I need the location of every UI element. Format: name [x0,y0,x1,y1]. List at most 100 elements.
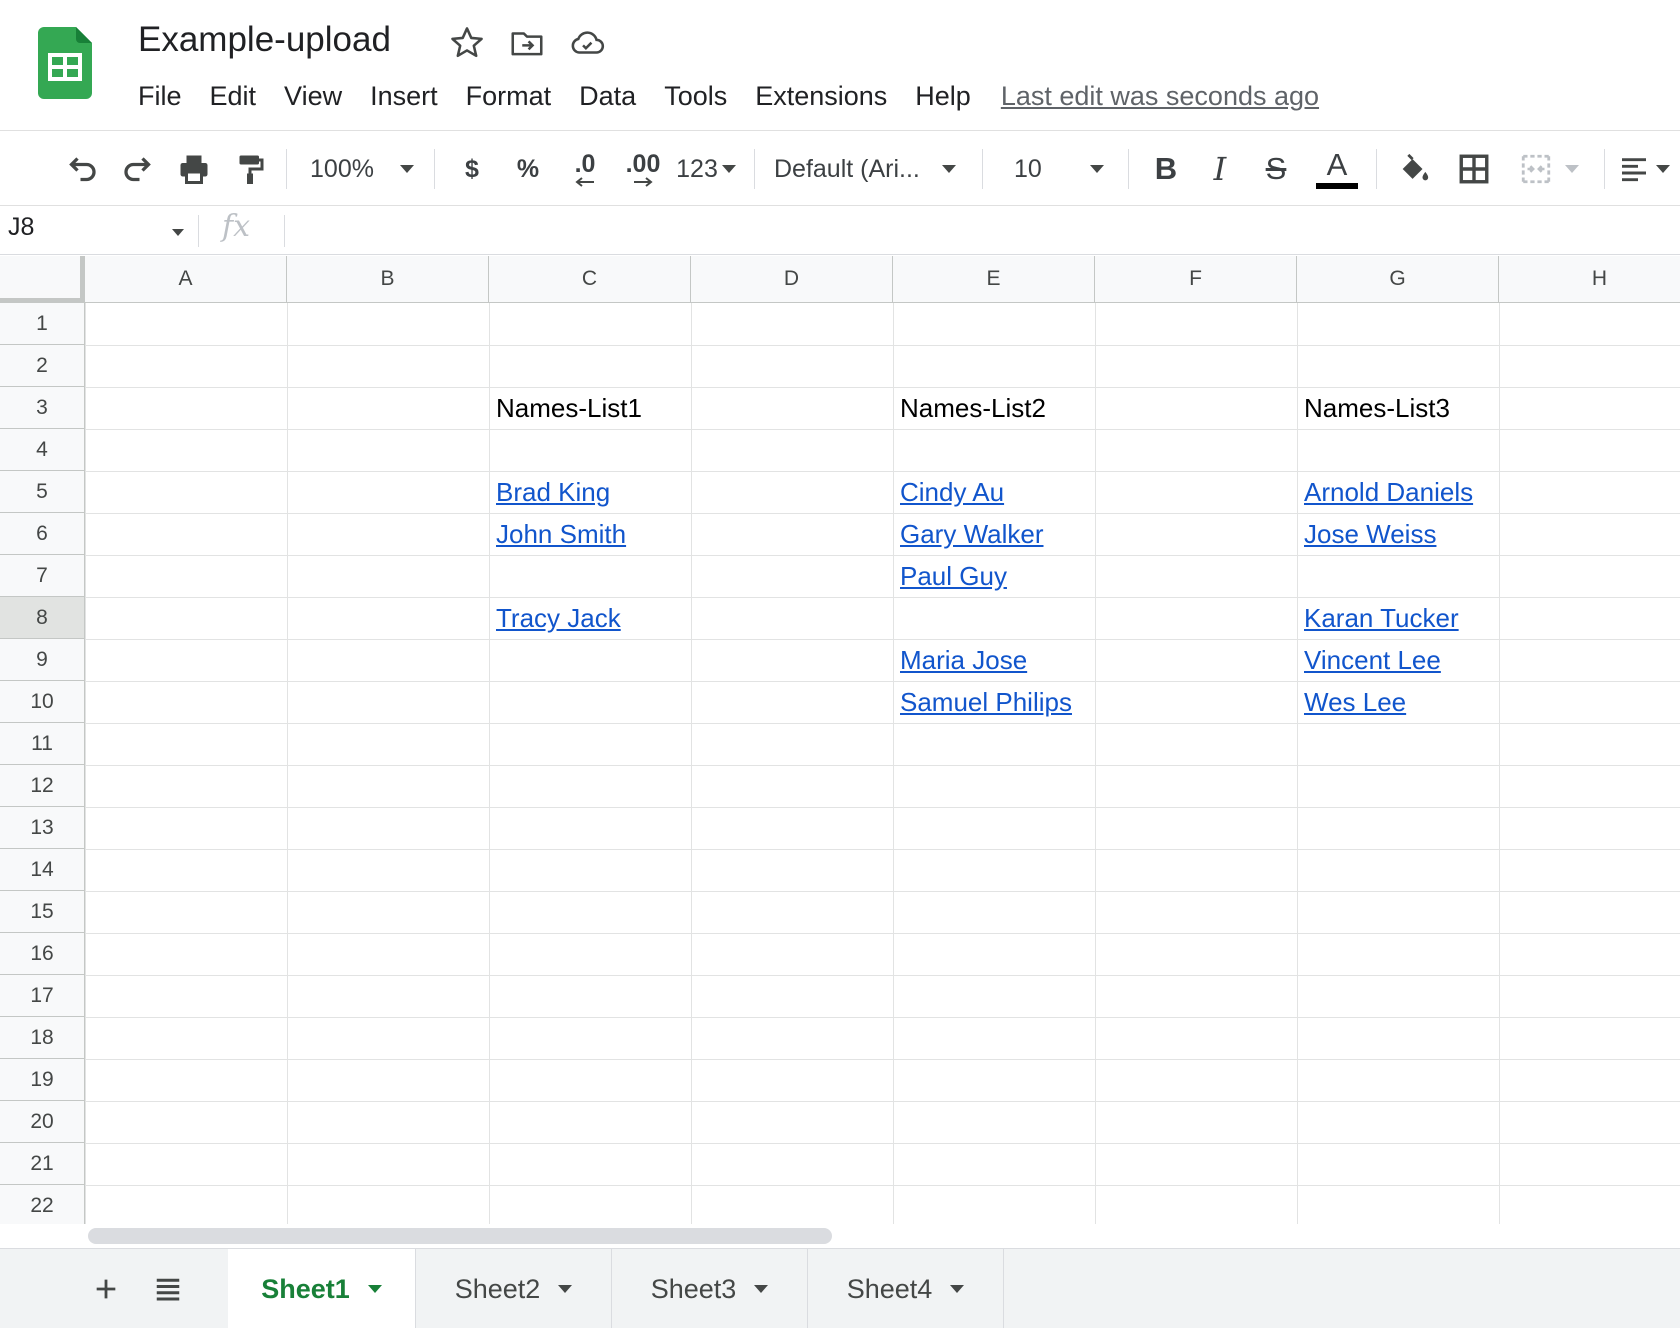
horizontal-scrollbar-thumb[interactable] [88,1228,832,1244]
name-link-cell[interactable]: John Smith [489,513,691,555]
menu-insert[interactable]: Insert [356,81,452,112]
undo-icon [69,157,96,182]
format-currency-button[interactable]: $ [450,131,494,207]
name-link-cell[interactable]: Paul Guy [893,555,1095,597]
name-link-cell[interactable]: Vincent Lee [1297,639,1499,681]
name-link-cell[interactable]: Karan Tucker [1297,597,1499,639]
name-link-cell[interactable]: Tracy Jack [489,597,691,639]
document-title[interactable]: Example-upload [138,20,391,60]
formula-bar-separator [198,215,199,247]
menu-view[interactable]: View [270,81,356,112]
font-size-select[interactable]: 10 [1000,131,1116,207]
menu-format[interactable]: Format [452,81,566,112]
increase-decimal-button[interactable]: .00 [614,131,672,207]
sheet-tab-sheet1[interactable]: Sheet1 [228,1249,416,1328]
name-link-cell[interactable]: Maria Jose [893,639,1095,681]
row-header-12[interactable]: 12 [0,765,85,807]
row-header-22[interactable]: 22 [0,1185,85,1224]
column-header-b[interactable]: B [287,256,489,303]
name-link-cell[interactable]: Jose Weiss [1297,513,1499,555]
chevron-down-icon[interactable] [172,229,184,236]
borders-button[interactable] [1450,131,1498,207]
menu-help[interactable]: Help [901,81,985,112]
font-family-select[interactable]: Default (Ari... [774,131,970,207]
horizontal-align-button[interactable] [1618,131,1680,207]
name-link-cell[interactable]: Arnold Daniels [1297,471,1499,513]
sheet-tab-sheet4[interactable]: Sheet4 [808,1249,1004,1328]
print-button[interactable] [170,131,218,207]
name-link-cell[interactable]: Gary Walker [893,513,1095,555]
last-edit-link[interactable]: Last edit was seconds ago [1001,81,1319,112]
sheet-tab-sheet2[interactable]: Sheet2 [416,1249,612,1328]
row-header-11[interactable]: 11 [0,723,85,765]
name-box[interactable]: J8 [8,213,34,242]
row-header-9[interactable]: 9 [0,639,85,681]
row-header-20[interactable]: 20 [0,1101,85,1143]
row-header-14[interactable]: 14 [0,849,85,891]
name-link-cell[interactable]: Samuel Philips [893,681,1095,723]
row-header-8[interactable]: 8 [0,597,85,639]
all-sheets-button[interactable] [144,1249,192,1328]
column-header-h[interactable]: H [1499,256,1680,303]
row-header-2[interactable]: 2 [0,345,85,387]
row-header-19[interactable]: 19 [0,1059,85,1101]
row-header-4[interactable]: 4 [0,429,85,471]
gridline-vertical [489,303,490,1224]
menu-data[interactable]: Data [565,81,650,112]
list-header-cell[interactable]: Names-List2 [893,387,1095,429]
row-header-16[interactable]: 16 [0,933,85,975]
decrease-decimal-button[interactable]: .0 [560,131,610,207]
star-icon[interactable] [448,24,486,62]
column-header-e[interactable]: E [893,256,1095,303]
select-all-corner[interactable] [0,256,85,303]
text-color-button[interactable]: A [1314,131,1360,207]
more-formats-button[interactable]: 123 [674,131,738,207]
menu-file[interactable]: File [124,81,196,112]
italic-button[interactable]: I [1198,131,1242,207]
list-header-cell[interactable]: Names-List1 [489,387,691,429]
name-link-cell[interactable]: Brad King [489,471,691,513]
merge-cells-button[interactable] [1510,131,1588,207]
menu-tools[interactable]: Tools [650,81,741,112]
row-header-1[interactable]: 1 [0,303,85,345]
name-link-cell[interactable]: Wes Lee [1297,681,1499,723]
chevron-down-icon [950,1285,965,1293]
undo-button[interactable] [58,131,106,207]
name-link-cell[interactable]: Cindy Au [893,471,1095,513]
redo-button[interactable] [114,131,162,207]
row-header-13[interactable]: 13 [0,807,85,849]
column-header-d[interactable]: D [691,256,893,303]
add-sheet-button[interactable] [82,1249,130,1328]
formula-input[interactable] [296,213,1666,249]
sheets-logo-icon[interactable] [38,27,92,99]
strikethrough-button[interactable]: S [1254,131,1298,207]
row-header-5[interactable]: 5 [0,471,85,513]
fill-color-button[interactable] [1390,131,1438,207]
list-header-cell[interactable]: Names-List3 [1297,387,1499,429]
zoom-select[interactable]: 100% [300,131,424,207]
column-header-c[interactable]: C [489,256,691,303]
gridline-vertical [85,303,86,1224]
column-header-g[interactable]: G [1297,256,1499,303]
move-to-folder-icon[interactable] [508,24,546,62]
row-header-15[interactable]: 15 [0,891,85,933]
row-header-17[interactable]: 17 [0,975,85,1017]
row-header-10[interactable]: 10 [0,681,85,723]
sheet-tab-bar: Sheet1 Sheet2 Sheet3 Sheet4 [0,1248,1680,1328]
row-header-21[interactable]: 21 [0,1143,85,1185]
sheet-tab-sheet3[interactable]: Sheet3 [612,1249,808,1328]
bold-button[interactable]: B [1144,131,1188,207]
menu-extensions[interactable]: Extensions [741,81,901,112]
redo-icon [124,157,151,182]
cloud-saved-icon[interactable] [568,24,606,62]
row-header-18[interactable]: 18 [0,1017,85,1059]
row-header-6[interactable]: 6 [0,513,85,555]
column-header-f[interactable]: F [1095,256,1297,303]
format-percent-button[interactable]: % [506,131,550,207]
column-header-a[interactable]: A [85,256,287,303]
gridline-horizontal [85,345,1680,346]
menu-edit[interactable]: Edit [196,81,271,112]
row-header-7[interactable]: 7 [0,555,85,597]
row-header-3[interactable]: 3 [0,387,85,429]
paint-format-button[interactable] [226,131,274,207]
